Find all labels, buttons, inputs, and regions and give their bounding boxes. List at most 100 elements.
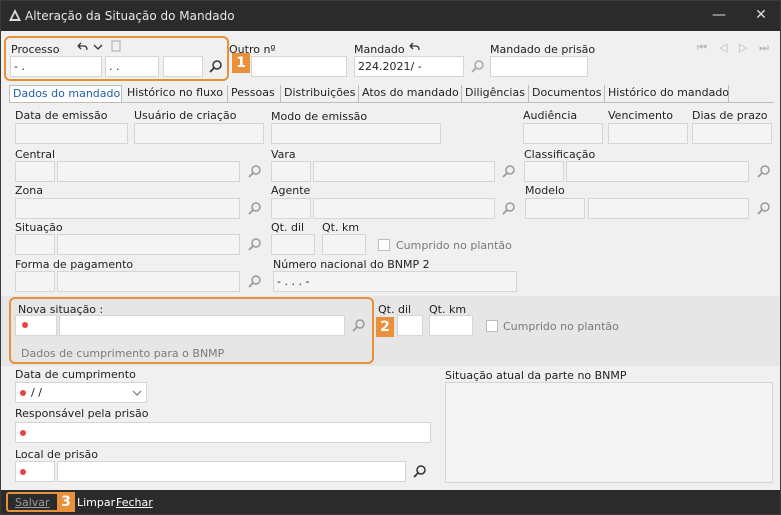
nova-qt-dil-input[interactable] — [397, 315, 423, 336]
tab-dados-mandado[interactable]: Dados do mandado — [9, 85, 122, 103]
tab-pessoas[interactable]: Pessoas — [228, 85, 281, 103]
search-icon[interactable] — [247, 274, 263, 290]
undo-icon[interactable] — [408, 41, 420, 53]
forma-pagamento-input[interactable] — [57, 271, 240, 292]
highlight-processo — [4, 36, 229, 81]
responsavel-label: Responsável pela prisão — [15, 407, 149, 420]
vencimento-input[interactable] — [608, 123, 688, 144]
outro-input[interactable] — [251, 56, 347, 77]
agente-input[interactable] — [313, 198, 495, 219]
outro-label: Outro nº — [229, 43, 276, 56]
data-emissao-label: Data de emissão — [15, 109, 108, 122]
data-cumprimento-label: Data de cumprimento — [15, 368, 136, 381]
tab-distribuicoes[interactable]: Distribuições — [281, 85, 359, 103]
search-icon[interactable] — [247, 237, 263, 253]
badge-3: 3 — [57, 492, 75, 512]
vara-code-input[interactable] — [271, 161, 311, 182]
badge-2: 2 — [376, 317, 394, 337]
situacao-input[interactable] — [57, 234, 240, 255]
forma-pagamento-code-input[interactable] — [15, 271, 55, 292]
nav-next-button[interactable]: ▷ — [739, 41, 747, 54]
badge-1: 1 — [232, 53, 250, 73]
required-indicator — [20, 430, 26, 436]
nav-prev-button[interactable]: ◁ — [719, 41, 727, 54]
bottom-action-bar: Limpar Salvar 3 Fechar — [1, 490, 780, 514]
vara-label: Vara — [271, 148, 296, 161]
mandado-prisao-label: Mandado de prisão — [490, 43, 596, 56]
zona-label: Zona — [15, 184, 43, 197]
search-icon[interactable] — [501, 164, 517, 180]
modelo-code-input[interactable] — [525, 198, 585, 219]
tab-historico-fluxo[interactable]: Histórico no fluxo — [124, 85, 228, 103]
search-icon[interactable] — [247, 201, 263, 217]
dias-prazo-label: Dias de prazo — [692, 109, 768, 122]
situacao-atual-label: Situação atual da parte no BNMP — [445, 369, 627, 382]
cumprido-plantao-checkbox[interactable] — [378, 239, 390, 251]
search-icon[interactable] — [756, 164, 772, 180]
nav-last-button[interactable]: ⏭ — [759, 41, 769, 55]
search-icon[interactable] — [470, 59, 486, 75]
zona-input[interactable] — [15, 198, 240, 219]
forma-pagamento-label: Forma de pagamento — [15, 258, 134, 271]
qt-dil-input[interactable] — [271, 234, 315, 255]
agente-code-input[interactable] — [271, 198, 311, 219]
mandado-label: Mandado — [354, 43, 405, 56]
usuario-criacao-label: Usuário de criação — [134, 109, 237, 122]
nova-qt-km-input[interactable] — [429, 315, 473, 336]
data-cumprimento-value: / / — [31, 386, 42, 399]
vara-input[interactable] — [313, 161, 495, 182]
minimize-button[interactable]: — — [707, 5, 731, 25]
classificacao-label: Classificação — [524, 148, 596, 161]
numero-bnmp-input[interactable]: - . . . - — [273, 271, 517, 292]
situacao-code-input[interactable] — [15, 234, 55, 255]
window-title: Alteração da Situação do Mandado — [25, 9, 235, 23]
search-icon[interactable] — [412, 464, 428, 480]
search-icon[interactable] — [247, 164, 263, 180]
central-label: Central — [15, 148, 56, 161]
required-indicator — [20, 390, 26, 396]
classificacao-code-input[interactable] — [524, 161, 564, 182]
highlight-nova-situacao — [9, 297, 374, 364]
data-emissao-input[interactable] — [15, 123, 128, 144]
classificacao-input[interactable] — [566, 161, 749, 182]
close-button[interactable]: ✕ — [749, 5, 773, 25]
salvar-button[interactable]: Salvar — [15, 496, 50, 509]
responsavel-input[interactable] — [15, 422, 431, 443]
nav-first-button[interactable]: ⏮ — [697, 41, 707, 55]
nova-cumprido-label: Cumprido no plantão — [503, 320, 619, 333]
main-window: Alteração da Situação do Mandado — ✕ Pro… — [0, 0, 781, 515]
chevron-down-icon[interactable] — [132, 388, 142, 398]
central-input[interactable] — [57, 161, 240, 182]
central-code-input[interactable] — [15, 161, 55, 182]
required-indicator — [20, 469, 26, 475]
local-prisao-input[interactable] — [57, 461, 406, 482]
app-logo-icon — [9, 9, 21, 21]
modo-emissao-label: Modo de emissão — [271, 110, 368, 123]
search-icon[interactable] — [756, 201, 772, 217]
tab-diligencias[interactable]: Diligências — [462, 85, 529, 103]
tab-historico-mandado[interactable]: Histórico do mandado — [605, 85, 729, 103]
usuario-criacao-input[interactable] — [134, 123, 264, 144]
mandado-input[interactable]: 224.2021/ - — [354, 56, 464, 77]
modo-emissao-input[interactable] — [271, 123, 441, 144]
data-cumprimento-input[interactable]: / / — [15, 382, 147, 403]
dias-prazo-input[interactable] — [692, 123, 772, 144]
agente-label: Agente — [271, 184, 311, 197]
numero-bnmp-label: Número nacional do BNMP 2 — [273, 258, 430, 271]
situacao-label: Situação — [15, 221, 63, 234]
audiencia-input[interactable] — [523, 123, 603, 144]
limpar-button[interactable]: Limpar — [77, 496, 115, 509]
qt-km-label: Qt. km — [322, 221, 360, 234]
search-icon[interactable] — [501, 201, 517, 217]
fechar-button[interactable]: Fechar — [116, 496, 153, 509]
modelo-input[interactable] — [588, 198, 749, 219]
mandado-prisao-input[interactable] — [490, 56, 588, 77]
cumprido-plantao-label: Cumprido no plantão — [396, 239, 512, 252]
tab-atos-mandado[interactable]: Atos do mandado — [359, 85, 462, 103]
situacao-atual-textarea[interactable] — [445, 382, 773, 483]
qt-km-input[interactable] — [322, 234, 366, 255]
nova-cumprido-checkbox[interactable] — [486, 320, 498, 332]
tab-documentos[interactable]: Documentos — [529, 85, 605, 103]
local-prisao-label: Local de prisão — [15, 448, 99, 461]
title-bar: Alteração da Situação do Mandado — ✕ — [1, 1, 780, 31]
